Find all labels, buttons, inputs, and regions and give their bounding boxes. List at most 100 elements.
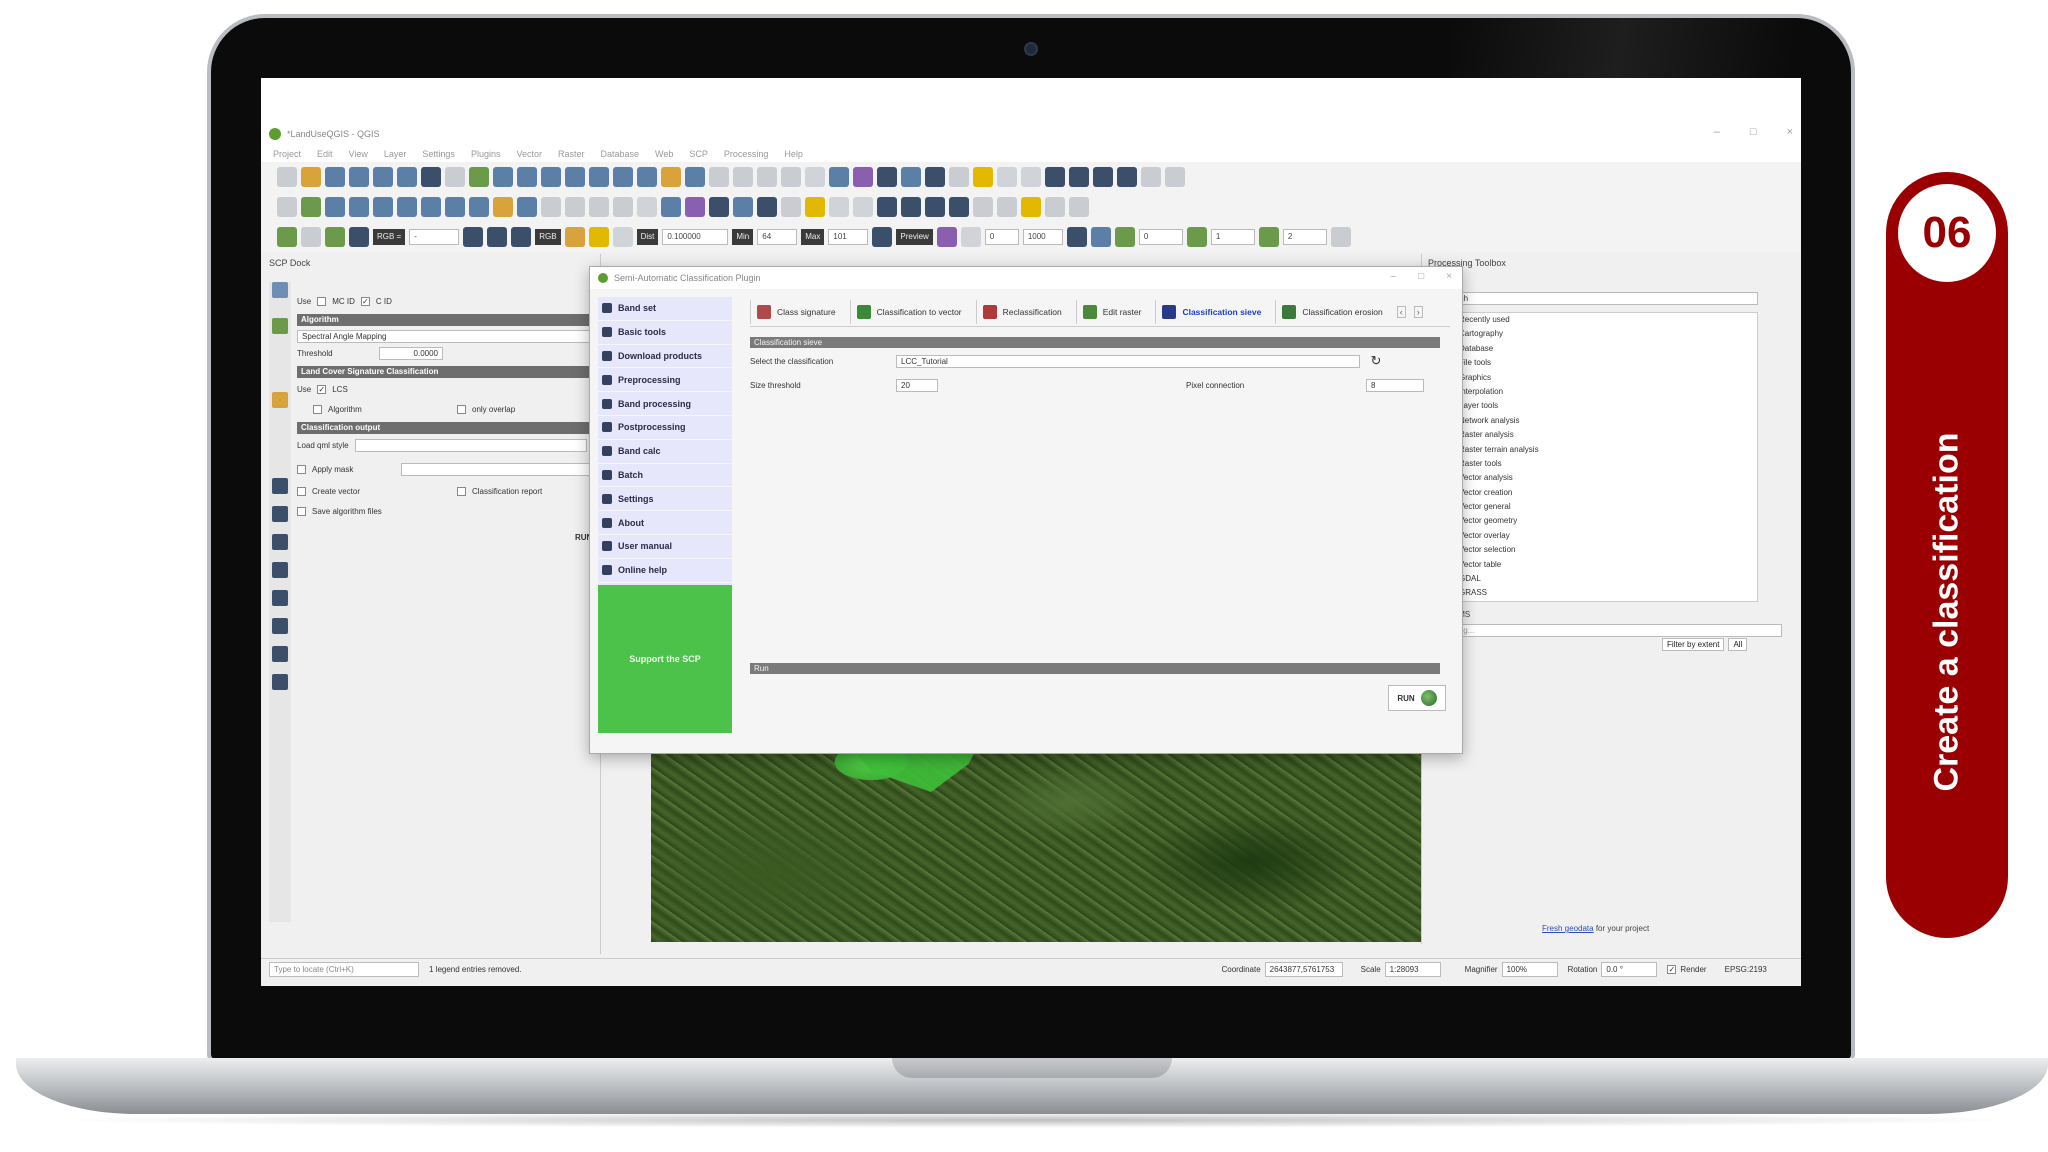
sidebar-item-batch[interactable]: Batch [598, 464, 732, 488]
rgb-value[interactable]: - [409, 229, 460, 245]
menu-item-database[interactable]: Database [601, 149, 640, 159]
toolbar-tool-icon[interactable] [829, 197, 849, 217]
tab-classification-sieve[interactable]: Classification sieve [1155, 299, 1267, 324]
support-scp-button[interactable]: Support the SCP [598, 585, 732, 733]
mask-input[interactable] [401, 463, 591, 476]
menu-item-settings[interactable]: Settings [422, 149, 455, 159]
toolbar-tool-icon[interactable] [757, 167, 777, 187]
menu-item-layer[interactable]: Layer [384, 149, 407, 159]
toolbar-tool-icon[interactable] [973, 167, 993, 187]
scp-tool-icon[interactable] [301, 227, 321, 247]
scp-tool-icon[interactable] [277, 227, 297, 247]
menu-item-view[interactable]: View [349, 149, 368, 159]
dist-field[interactable]: 0.100000 [662, 229, 729, 245]
toolbox-item[interactable]: Raster tools [1429, 457, 1757, 471]
sidebar-item-download-products[interactable]: Download products [598, 345, 732, 369]
band-processing-icon[interactable] [272, 618, 288, 634]
toolbar-tool-icon[interactable] [325, 167, 345, 187]
mc-id-checkbox[interactable] [317, 296, 327, 306]
rgb-tag[interactable]: RGB [535, 229, 561, 245]
toolbar-tool-icon[interactable] [1045, 197, 1065, 217]
toolbar-tool-icon[interactable] [997, 167, 1017, 187]
toolbar-tool-icon[interactable] [709, 167, 729, 187]
toolbox-search[interactable]: rch [1452, 292, 1758, 305]
locator-input[interactable]: Type to locate (Ctrl+K) [269, 962, 419, 977]
toolbox-item[interactable]: File tools [1429, 356, 1757, 370]
run-button[interactable]: RUN [1388, 685, 1446, 711]
toolbar-tool-icon[interactable] [565, 167, 585, 187]
toolbar-tool-icon[interactable] [445, 167, 465, 187]
toolbar-tool-icon[interactable] [517, 197, 537, 217]
toolbox-item[interactable]: Interpolation [1429, 385, 1757, 399]
toolbar-tool-icon[interactable] [973, 197, 993, 217]
apply-mask-checkbox[interactable] [297, 464, 306, 474]
tool-icon[interactable] [272, 478, 288, 494]
toolbox-item[interactable]: GRASS [1429, 586, 1757, 600]
toolbar-tool-icon[interactable] [1021, 197, 1041, 217]
scp-tool-icon[interactable] [1258, 227, 1279, 247]
band-field-2[interactable]: 2 [1282, 229, 1327, 245]
scp-tool-icon[interactable] [588, 227, 609, 247]
only-overlap-checkbox[interactable] [457, 404, 466, 414]
toolbox-item[interactable]: Vector selection [1429, 543, 1757, 557]
report-checkbox[interactable] [457, 486, 466, 496]
menu-item-scp[interactable]: SCP [689, 149, 708, 159]
toolbar-tool-icon[interactable] [373, 167, 393, 187]
home-icon[interactable] [272, 282, 288, 298]
scp-tool-icon[interactable] [1090, 227, 1111, 247]
menu-item-web[interactable]: Web [655, 149, 673, 159]
toolbar-tool-icon[interactable] [901, 167, 921, 187]
toolbar-tool-icon[interactable] [421, 197, 441, 217]
scp-tool-icon[interactable] [1186, 227, 1207, 247]
scp-tool-icon[interactable] [1114, 227, 1135, 247]
toolbox-item[interactable]: Database [1429, 342, 1757, 356]
minimize-icon[interactable]: – [1714, 126, 1720, 138]
band-field-1[interactable]: 1 [1210, 229, 1255, 245]
preprocessing-icon[interactable] [272, 590, 288, 606]
toolbox-item[interactable]: Layer tools [1429, 399, 1757, 413]
menu-item-processing[interactable]: Processing [724, 149, 769, 159]
toolbox-item[interactable]: GDAL [1429, 572, 1757, 586]
scp-tool-icon[interactable] [487, 227, 508, 247]
toolbox-item[interactable]: Graphics [1429, 371, 1757, 385]
toolbox-item[interactable]: Vector creation [1429, 486, 1757, 500]
toolbar-tool-icon[interactable] [325, 197, 345, 217]
toolbar-tool-icon[interactable] [397, 167, 417, 187]
tab-scroll-left-icon[interactable]: ‹ [1396, 305, 1406, 318]
toolbar-tool-icon[interactable] [877, 197, 897, 217]
toolbar-tool-icon[interactable] [277, 197, 297, 217]
toolbar-tool-icon[interactable] [781, 197, 801, 217]
scp-tool-icon[interactable] [1330, 227, 1351, 247]
rgb-combo[interactable]: RGB = [373, 229, 406, 245]
dialog-maximize-icon[interactable]: □ [1418, 271, 1424, 282]
toolbar-tool-icon[interactable] [589, 167, 609, 187]
scp-tool-icon[interactable] [960, 227, 981, 247]
toolbar-tool-icon[interactable] [925, 197, 945, 217]
sidebar-item-online-help[interactable]: Online help [598, 559, 732, 583]
close-icon[interactable]: × [1787, 126, 1793, 138]
qms-search[interactable]: ing... [1452, 624, 1782, 637]
render-checkbox[interactable]: ✓ [1667, 965, 1677, 974]
toolbar-tool-icon[interactable] [901, 197, 921, 217]
toolbar-tool-icon[interactable] [613, 197, 633, 217]
toolbar-tool-icon[interactable] [853, 197, 873, 217]
filter-select[interactable]: All [1728, 638, 1748, 651]
toolbar-tool-icon[interactable] [301, 197, 321, 217]
fresh-geodata-link[interactable]: Fresh geodata [1542, 924, 1594, 933]
rotation-field[interactable]: 0.0 ° [1601, 962, 1658, 977]
classification-icon[interactable] [272, 392, 288, 408]
toolbar-tool-icon[interactable] [613, 167, 633, 187]
toolbar-tool-icon[interactable] [493, 197, 513, 217]
toolbar-tool-icon[interactable] [1069, 197, 1089, 217]
sidebar-item-postprocessing[interactable]: Postprocessing [598, 416, 732, 440]
menu-item-help[interactable]: Help [784, 149, 803, 159]
dialog-minimize-icon[interactable]: – [1391, 271, 1397, 282]
tab-reclassification[interactable]: Reclassification [975, 299, 1068, 324]
scp-tool-icon[interactable] [564, 227, 585, 247]
map-canvas[interactable] [651, 722, 1421, 942]
toolbox-item[interactable]: Recently used [1429, 313, 1757, 327]
sidebar-item-preprocessing[interactable]: Preprocessing [598, 368, 732, 393]
download-icon[interactable] [272, 562, 288, 578]
toolbar-tool-icon[interactable] [685, 197, 705, 217]
tab-classification-to-vector[interactable]: Classification to vector [849, 299, 968, 324]
